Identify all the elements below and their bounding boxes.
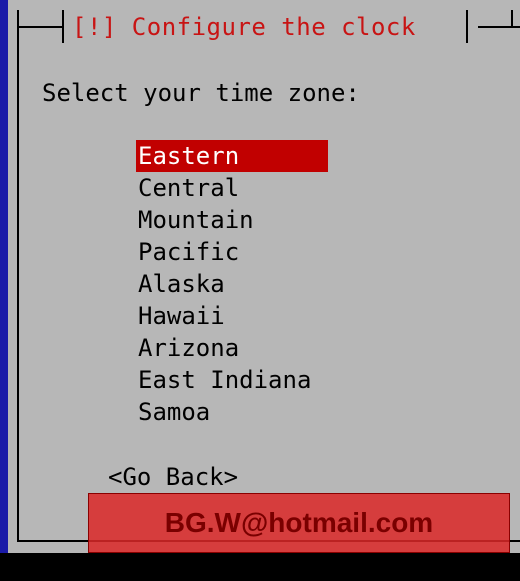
timezone-list: Eastern Central Mountain Pacific Alaska … [136, 140, 336, 428]
title-separator-right [466, 10, 468, 43]
title-separator-left [62, 10, 64, 43]
timezone-option-eastern[interactable]: Eastern [136, 140, 328, 172]
timezone-option-central[interactable]: Central [136, 172, 336, 204]
dialog-title: [!] Configure the clock [72, 13, 416, 41]
timezone-option-east-indiana[interactable]: East Indiana [136, 364, 336, 396]
timezone-option-samoa[interactable]: Samoa [136, 396, 336, 428]
timezone-option-hawaii[interactable]: Hawaii [136, 300, 336, 332]
go-back-button[interactable]: <Go Back> [108, 462, 238, 492]
timezone-option-arizona[interactable]: Arizona [136, 332, 336, 364]
dialog-frame-top-right [478, 26, 520, 28]
status-bar [0, 553, 520, 581]
dialog-frame-right [511, 10, 513, 26]
dialog-frame-left [17, 10, 19, 542]
dialog-frame-top-left [17, 26, 63, 28]
timezone-option-mountain[interactable]: Mountain [136, 204, 336, 236]
watermark-overlay: BG.W@hotmail.com [88, 493, 510, 553]
timezone-option-pacific[interactable]: Pacific [136, 236, 336, 268]
timezone-prompt: Select your time zone: [42, 79, 360, 107]
timezone-option-alaska[interactable]: Alaska [136, 268, 336, 300]
